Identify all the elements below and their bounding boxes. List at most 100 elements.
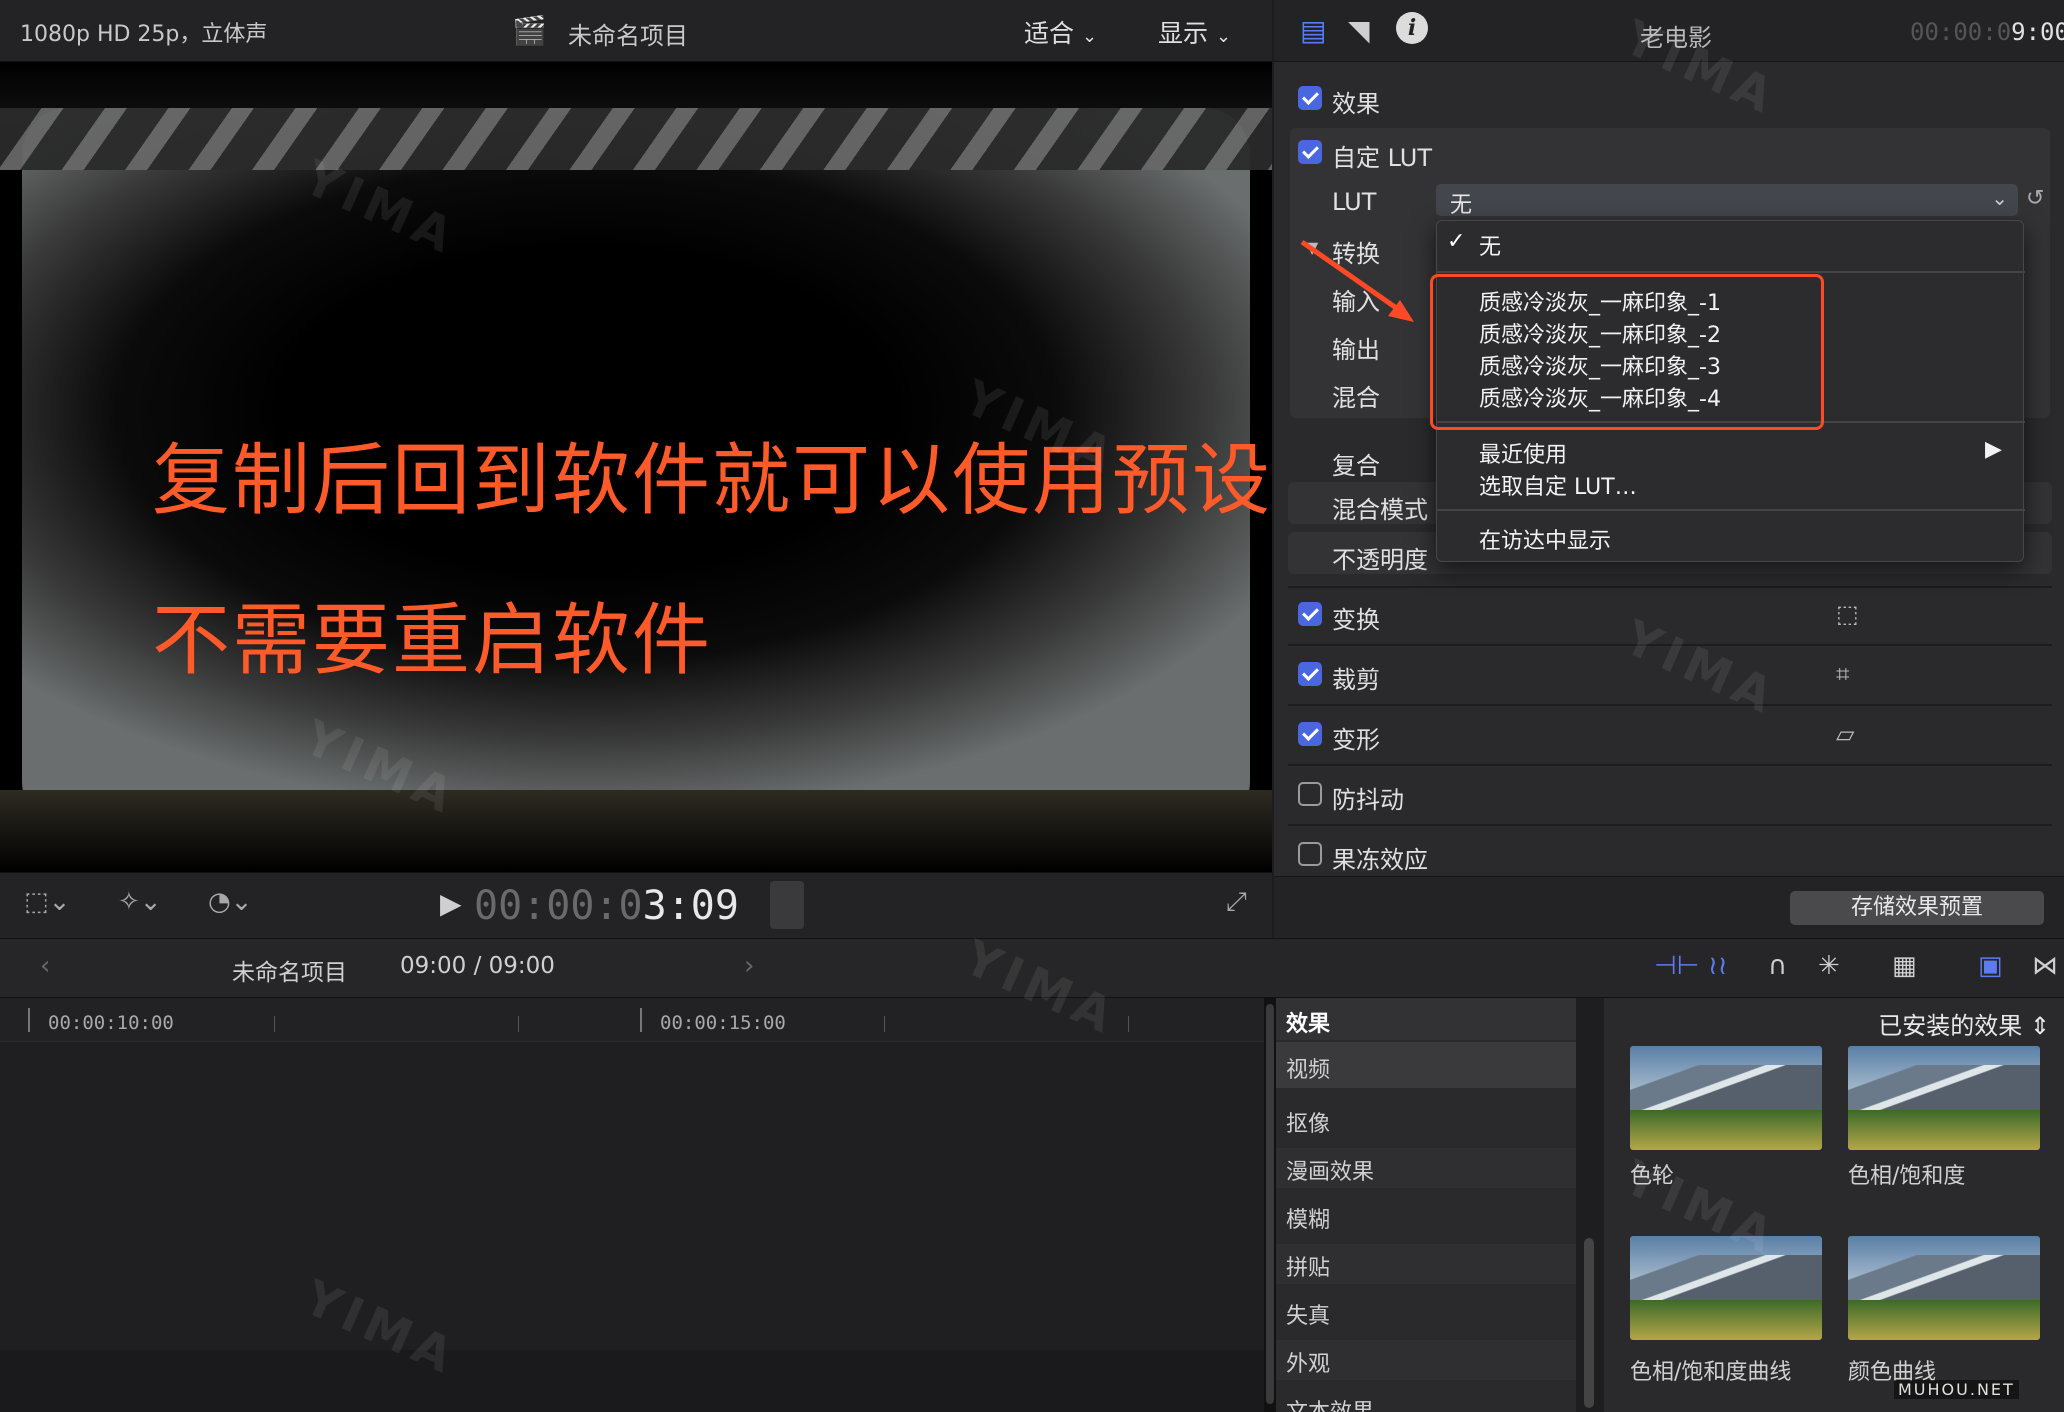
effects-section-header[interactable]: 效果: [1288, 80, 2048, 120]
save-preset-button[interactable]: 存储效果预置: [1790, 891, 2044, 925]
crop-section[interactable]: 裁剪 ⌗: [1288, 656, 2052, 696]
effect-thumbnail[interactable]: [1848, 1236, 2040, 1340]
dropdown-separator: [1437, 271, 2025, 273]
annotation-highlight-box: [1430, 274, 1824, 430]
display-menu[interactable]: 显示 ⌄: [1158, 14, 1231, 50]
inspector-footer: 存储效果预置: [1274, 876, 2064, 938]
overlay-caption-2: 不需要重启软件: [152, 596, 713, 686]
crop-checkbox[interactable]: [1298, 662, 1322, 686]
reset-icon[interactable]: ↺: [2026, 186, 2044, 211]
custom-lut-checkbox[interactable]: [1298, 140, 1322, 164]
fit-menu-label: 适合: [1024, 19, 1075, 48]
transform-label: 变换: [1332, 606, 1380, 634]
video-inspector-icon[interactable]: ▤: [1300, 14, 1326, 47]
transform-checkbox[interactable]: [1298, 602, 1322, 626]
effect-label: 色轮: [1630, 1164, 1675, 1189]
divider: [1288, 644, 2052, 646]
viewer-toolbar: 1080p HD 25p，立体声 🎬 未命名项目 适合 ⌄ 显示 ⌄: [0, 0, 1272, 62]
timeline-toolbar: ‹ 未命名项目 09:00 / 09:00 › ⊣⊢ ≀≀ ∩ ✳ ▦ ▣ ⋈: [0, 938, 2064, 998]
headphones-icon[interactable]: ∩: [1768, 951, 1787, 981]
lut-label: LUT: [1332, 188, 1377, 216]
lut-select[interactable]: 无 ⌄: [1436, 184, 2018, 218]
dropdown-item-show-in-finder[interactable]: 在访达中显示: [1479, 523, 1611, 555]
back-arrow-icon[interactable]: ‹: [40, 951, 50, 981]
enhance-wand-icon[interactable]: ✧⌄: [118, 887, 162, 917]
timecode-bright: 3:09: [642, 883, 739, 929]
stabilize-section[interactable]: 防抖动: [1288, 776, 2052, 816]
rolling-shutter-checkbox[interactable]: [1298, 842, 1322, 866]
distort-checkbox[interactable]: [1298, 722, 1322, 746]
speed-gauge-icon[interactable]: ◔⌄: [208, 887, 252, 917]
view-options-icon[interactable]: ⬚⌄: [24, 887, 70, 917]
timeline-scrollbar[interactable]: [1266, 1004, 1274, 1404]
effect-thumbnail[interactable]: [1630, 1236, 1822, 1340]
dropdown-item-recent[interactable]: 最近使用: [1479, 437, 1567, 469]
film-bottom-edge: [0, 790, 1272, 872]
transform-onscreen-icon[interactable]: ⬚: [1836, 600, 1859, 628]
crop-onscreen-icon[interactable]: ⌗: [1836, 660, 1850, 688]
site-watermark: MUHOU.NET: [1894, 1380, 2019, 1399]
browser-filter-bar[interactable]: 已安装的效果 ⇕: [1604, 998, 2064, 1040]
category-label: 模糊: [1286, 1208, 1331, 1233]
ruler-label: 00:00:10:00: [48, 1012, 174, 1034]
effects-browser-icon[interactable]: ▣: [1978, 951, 2003, 981]
output-label: 输出: [1332, 336, 1380, 364]
category-distortion[interactable]: 失真: [1276, 1292, 1576, 1332]
category-video[interactable]: 视频: [1276, 1042, 1576, 1088]
clapper-icon: 🎬: [512, 14, 547, 47]
distort-onscreen-icon[interactable]: ▱: [1836, 720, 1854, 748]
blend-mode-label: 混合模式: [1332, 496, 1428, 524]
lut-select-value: 无: [1450, 193, 1473, 218]
clip-appearance-icon[interactable]: ⊣⊢: [1654, 951, 1699, 981]
transform-section[interactable]: 变换 ⬚: [1288, 596, 2052, 636]
stabilize-checkbox[interactable]: [1298, 782, 1322, 806]
composite-label: 复合: [1332, 452, 1380, 480]
browser-header-label: 效果: [1286, 1012, 1331, 1037]
effects-checkbox[interactable]: [1298, 86, 1322, 110]
ruler-tick: [640, 1008, 642, 1032]
dropdown-item-none[interactable]: 无: [1479, 229, 1501, 261]
sidebar-scrollbar[interactable]: [1584, 1238, 1594, 1408]
chevron-down-icon: ⌄: [1215, 26, 1232, 47]
fit-menu[interactable]: 适合 ⌄: [1024, 14, 1097, 50]
category-blur[interactable]: 模糊: [1276, 1196, 1576, 1236]
category-keying[interactable]: 抠像: [1276, 1100, 1576, 1140]
effects-grid: 已安装的效果 ⇕ 色轮 色相/饱和度 色相/饱和度曲线 颜色曲线 MUHOU.N…: [1604, 998, 2064, 1412]
inspector-header: ▤ ◥ i 老电影 00:00:09:00: [1274, 0, 2064, 62]
forward-arrow-icon[interactable]: ›: [744, 951, 754, 981]
effect-thumbnail[interactable]: [1848, 1046, 2040, 1150]
chevron-down-icon: ⌄: [1081, 26, 1098, 47]
category-tiling[interactable]: 拼贴: [1276, 1244, 1576, 1284]
effect-thumbnail[interactable]: [1630, 1046, 1822, 1150]
rolling-shutter-label: 果冻效应: [1332, 846, 1428, 874]
inspector-timecode: 00:00:09:00: [1910, 18, 2064, 46]
film-strip-edge: [0, 108, 1272, 170]
fullscreen-icon[interactable]: ⤢: [1226, 887, 1247, 918]
play-icon[interactable]: ▶: [440, 887, 462, 920]
category-label: 拼贴: [1286, 1256, 1331, 1281]
viewer-controls: ⬚⌄ ✧⌄ ◔⌄ ▶ 00:00:03:09 ⤢: [0, 872, 1272, 938]
updown-chevron-icon: ⇕: [2029, 1012, 2050, 1040]
audio-meter-icon: [770, 881, 804, 929]
distort-section[interactable]: 变形 ▱: [1288, 716, 2052, 756]
audio-waveform-icon[interactable]: ≀≀: [1708, 951, 1728, 981]
checkmark-icon: ✓: [1447, 229, 1466, 254]
rolling-shutter-section[interactable]: 果冻效应: [1288, 836, 2052, 876]
category-looks[interactable]: 外观: [1276, 1340, 1576, 1380]
timeline-ruler[interactable]: 00:00:10:00 00:00:15:00: [0, 998, 1264, 1042]
category-comic[interactable]: 漫画效果: [1276, 1148, 1576, 1188]
info-icon[interactable]: i: [1396, 12, 1428, 44]
custom-lut-header[interactable]: 自定 LUT: [1290, 132, 2050, 172]
effects-label: 效果: [1332, 90, 1380, 118]
ruler-tick: [884, 1016, 885, 1032]
clip-view-icon[interactable]: ▦: [1892, 951, 1917, 981]
color-inspector-icon[interactable]: ◥: [1348, 14, 1370, 47]
installed-effects-menu[interactable]: 已安装的效果 ⇕: [1878, 1006, 2050, 1041]
category-label: 文本效果: [1286, 1394, 1374, 1412]
category-text-effects[interactable]: 文本效果: [1276, 1388, 1576, 1412]
ruler-tick: [1128, 1016, 1129, 1032]
effects-category-sidebar: 效果 视频 抠像 漫画效果 模糊 拼贴 失真 外观 文本效果: [1276, 998, 1576, 1412]
snapping-icon[interactable]: ✳: [1818, 951, 1840, 981]
transitions-browser-icon[interactable]: ⋈: [2032, 951, 2058, 981]
dropdown-item-choose-lut[interactable]: 选取自定 LUT…: [1479, 469, 1637, 501]
